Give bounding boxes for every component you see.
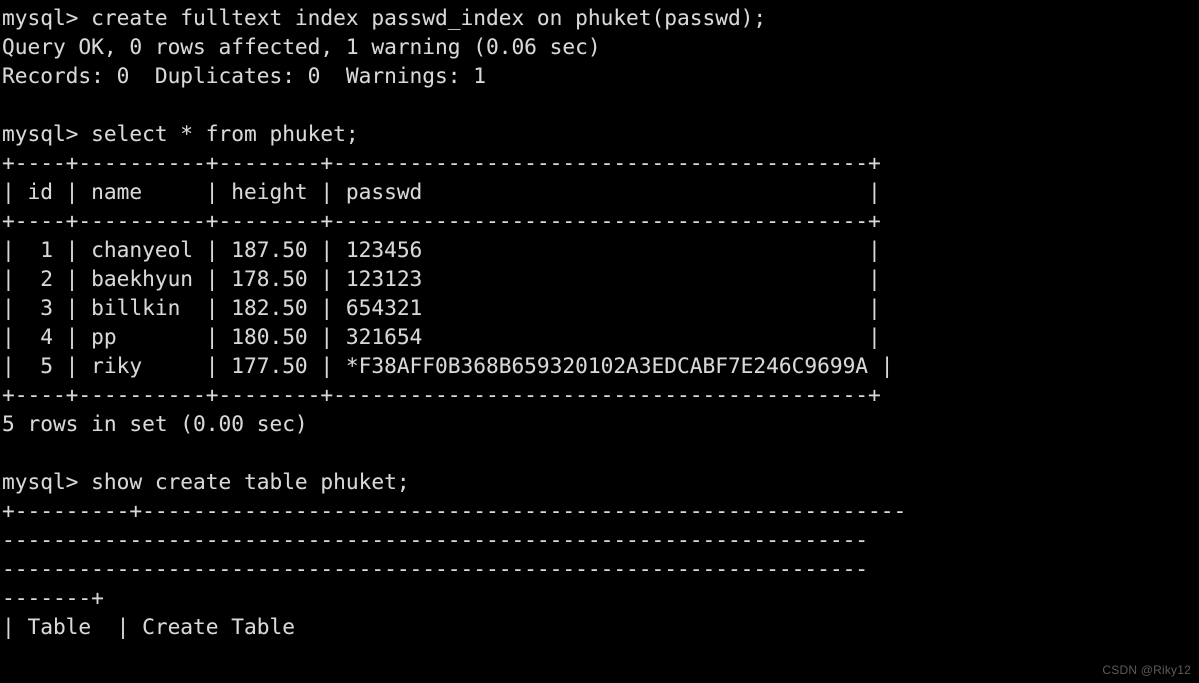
terminal-line: mysql> show create table phuket; <box>2 469 410 494</box>
terminal-window[interactable]: mysql> create fulltext index passwd_inde… <box>0 0 1199 683</box>
terminal-output: mysql> create fulltext index passwd_inde… <box>2 3 1199 641</box>
terminal-line: | 4 | pp | 180.50 | 321654 | <box>2 324 881 349</box>
terminal-line: -------+ <box>2 585 104 610</box>
csdn-watermark: CSDN @Riky12 <box>1102 663 1191 677</box>
terminal-line: +----+----------+--------+--------------… <box>2 150 881 175</box>
terminal-line: | 2 | baekhyun | 178.50 | 123123 | <box>2 266 881 291</box>
terminal-line: | 3 | billkin | 182.50 | 654321 | <box>2 295 881 320</box>
terminal-line: +----+----------+--------+--------------… <box>2 382 881 407</box>
terminal-line: ----------------------------------------… <box>2 527 869 552</box>
terminal-line: mysql> create fulltext index passwd_inde… <box>2 5 767 30</box>
terminal-line: ----------------------------------------… <box>2 556 869 581</box>
terminal-line: Records: 0 Duplicates: 0 Warnings: 1 <box>2 63 486 88</box>
terminal-line: Query OK, 0 rows affected, 1 warning (0.… <box>2 34 601 59</box>
terminal-line: +---------+-----------------------------… <box>2 498 907 523</box>
terminal-line: mysql> select * from phuket; <box>2 121 359 146</box>
terminal-line: | 5 | riky | 177.50 | *F38AFF0B368B65932… <box>2 353 894 378</box>
terminal-line: 5 rows in set (0.00 sec) <box>2 411 308 436</box>
terminal-line: | 1 | chanyeol | 187.50 | 123456 | <box>2 237 881 262</box>
terminal-line: +----+----------+--------+--------------… <box>2 208 881 233</box>
terminal-line: | id | name | height | passwd | <box>2 179 881 204</box>
terminal-line: | Table | Create Table <box>2 614 295 639</box>
